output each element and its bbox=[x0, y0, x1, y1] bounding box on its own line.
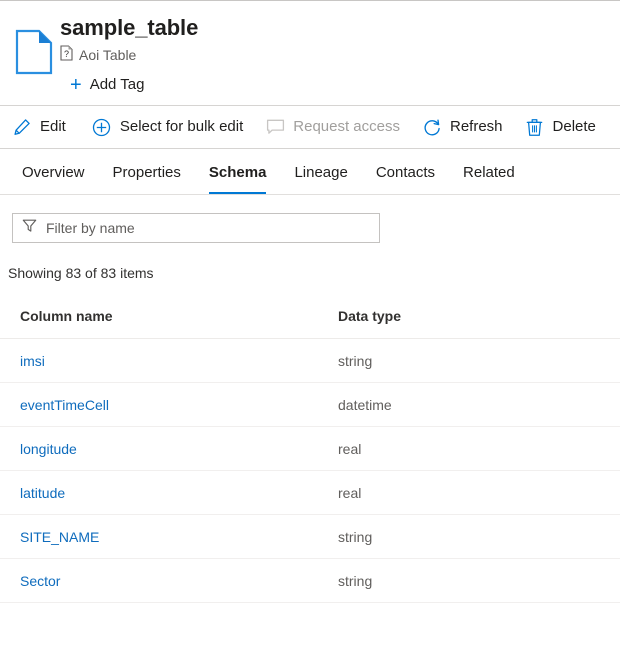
funnel-filter-icon bbox=[22, 218, 37, 238]
tab-related[interactable]: Related bbox=[449, 163, 529, 194]
tab-bar: Overview Properties Schema Lineage Conta… bbox=[0, 149, 620, 195]
cell-data-type: real bbox=[338, 485, 362, 501]
cell-column-name: eventTimeCell bbox=[0, 383, 338, 427]
schema-table: Column name Data type imsi string eventT… bbox=[0, 307, 620, 603]
refresh-button[interactable]: Refresh bbox=[422, 106, 515, 148]
refresh-icon bbox=[422, 117, 442, 137]
tab-contacts-label: Contacts bbox=[375, 164, 436, 181]
refresh-label: Refresh bbox=[450, 118, 503, 135]
table-row[interactable]: Sector string bbox=[0, 559, 620, 603]
comment-icon bbox=[265, 117, 285, 137]
table-row[interactable]: latitude real bbox=[0, 471, 620, 515]
add-tag-label: Add Tag bbox=[89, 76, 145, 93]
pencil-icon bbox=[12, 117, 32, 137]
circle-plus-icon bbox=[92, 117, 112, 137]
filter-input[interactable] bbox=[46, 220, 370, 236]
schema-table-head: Column name Data type bbox=[0, 307, 620, 339]
tab-overview[interactable]: Overview bbox=[18, 163, 99, 194]
cell-data-type: real bbox=[338, 441, 362, 457]
asset-meta: sample_table ? Aoi Table + Add Tag bbox=[60, 11, 620, 95]
file-document-icon bbox=[8, 11, 60, 75]
request-access-label: Request access bbox=[293, 118, 400, 135]
svg-text:?: ? bbox=[64, 49, 69, 59]
column-name-link[interactable]: latitude bbox=[20, 485, 65, 501]
table-row[interactable]: imsi string bbox=[0, 339, 620, 383]
asset-header: sample_table ? Aoi Table + Add Tag bbox=[0, 1, 620, 105]
table-row[interactable]: eventTimeCell datetime bbox=[0, 383, 620, 427]
column-name-link[interactable]: SITE_NAME bbox=[20, 529, 99, 545]
cell-data-type: datetime bbox=[338, 397, 392, 413]
asset-type-label: Aoi Table bbox=[79, 47, 137, 63]
asset-type-row: ? Aoi Table bbox=[60, 44, 620, 66]
tab-schema-label: Schema bbox=[208, 164, 267, 181]
delete-button[interactable]: Delete bbox=[525, 106, 608, 148]
trash-icon bbox=[525, 117, 545, 137]
cell-data-type: string bbox=[338, 353, 373, 369]
results-count: Showing 83 of 83 items bbox=[8, 265, 154, 281]
cell-data-type: string bbox=[338, 529, 373, 545]
cell-data-type: string bbox=[338, 573, 373, 589]
schema-table-body: imsi string eventTimeCell datetime longi… bbox=[0, 339, 620, 603]
filter-section bbox=[0, 195, 620, 243]
column-name-link[interactable]: eventTimeCell bbox=[20, 397, 109, 413]
column-name-link[interactable]: Sector bbox=[20, 573, 60, 589]
header-data-type: Data type bbox=[338, 308, 402, 324]
document-question-icon: ? bbox=[60, 44, 73, 66]
tab-properties-label: Properties bbox=[112, 164, 181, 181]
cell-column-name: longitude bbox=[0, 427, 338, 471]
edit-button[interactable]: Edit bbox=[12, 106, 78, 148]
header-column-name: Column name bbox=[20, 308, 113, 324]
tab-related-label: Related bbox=[463, 164, 515, 181]
column-name-link[interactable]: longitude bbox=[20, 441, 77, 457]
edit-label: Edit bbox=[40, 118, 66, 135]
cell-column-name: SITE_NAME bbox=[0, 515, 338, 559]
filter-box[interactable] bbox=[12, 213, 380, 243]
table-row[interactable]: longitude real bbox=[0, 427, 620, 471]
tab-schema[interactable]: Schema bbox=[195, 163, 281, 194]
plus-icon: + bbox=[70, 74, 82, 96]
table-row[interactable]: SITE_NAME string bbox=[0, 515, 620, 559]
cell-column-name: imsi bbox=[0, 339, 338, 383]
table-header-row: Column name Data type bbox=[0, 307, 620, 339]
delete-label: Delete bbox=[552, 118, 596, 135]
cell-column-name: Sector bbox=[0, 559, 338, 603]
column-name-link[interactable]: imsi bbox=[20, 353, 45, 369]
add-tag-button[interactable]: + Add Tag bbox=[70, 75, 144, 95]
tab-contacts[interactable]: Contacts bbox=[362, 163, 449, 194]
tab-properties[interactable]: Properties bbox=[99, 163, 195, 194]
select-for-bulk-edit-button[interactable]: Select for bulk edit bbox=[92, 106, 255, 148]
cell-column-name: latitude bbox=[0, 471, 338, 515]
select-for-bulk-edit-label: Select for bulk edit bbox=[119, 118, 244, 135]
tab-overview-label: Overview bbox=[22, 164, 85, 181]
command-bar: Edit Select for bulk edit Request access… bbox=[0, 105, 620, 149]
request-access-button: Request access bbox=[265, 106, 412, 148]
tab-lineage[interactable]: Lineage bbox=[280, 163, 361, 194]
page-title: sample_table bbox=[60, 15, 199, 40]
tab-lineage-label: Lineage bbox=[294, 164, 348, 181]
